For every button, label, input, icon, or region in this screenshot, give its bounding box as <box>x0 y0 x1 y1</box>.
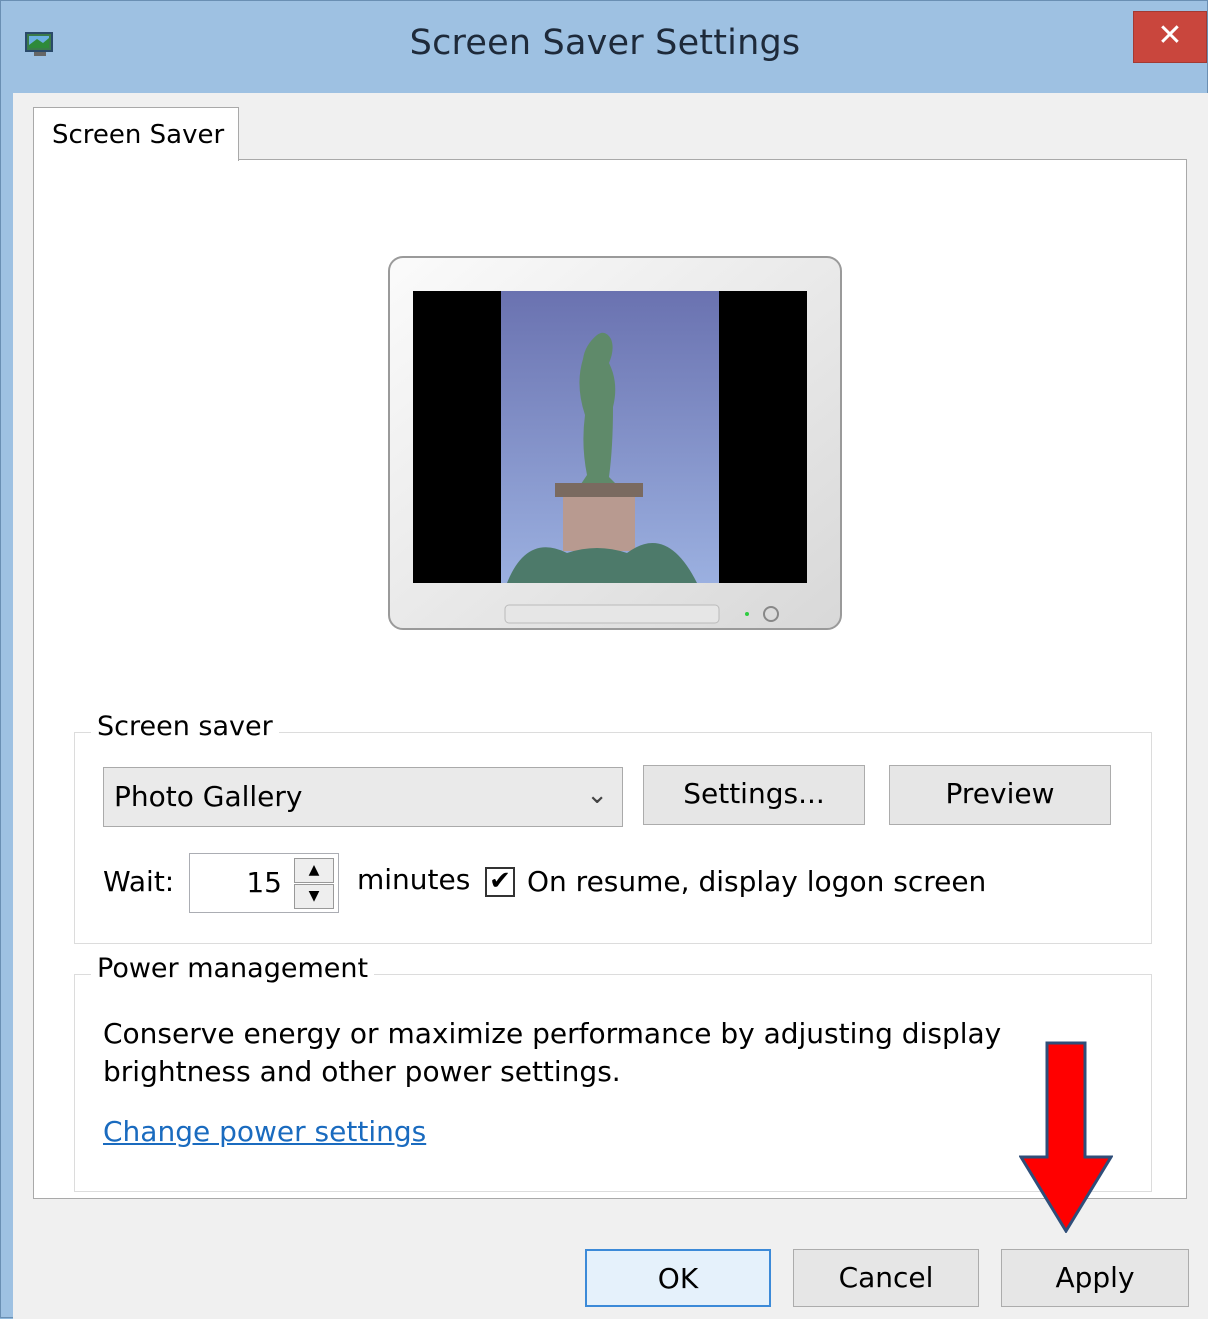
red-down-arrow-annotation <box>1019 1041 1113 1233</box>
window-title: Screen Saver Settings <box>409 23 801 63</box>
preview-button[interactable]: Preview <box>889 765 1111 825</box>
screen-saver-dropdown[interactable]: Photo Gallery ⌄ <box>103 767 623 827</box>
chevron-down-icon: ⌄ <box>586 780 608 810</box>
resume-logon-checkbox[interactable]: ✔ <box>485 867 515 897</box>
close-button[interactable]: ✕ <box>1133 11 1207 63</box>
resume-logon-label[interactable]: On resume, display logon screen <box>527 865 986 898</box>
screen-saver-settings-window: Screen Saver Settings ✕ Screen Saver Scr… <box>0 0 1208 1319</box>
wait-minutes-value: 15 <box>246 866 282 899</box>
wait-minutes-stepper[interactable]: 15 ▲ ▼ <box>189 853 339 913</box>
ok-button[interactable]: OK <box>585 1249 771 1307</box>
cancel-button[interactable]: Cancel <box>793 1249 979 1307</box>
tab-panel: Screen saver Photo Gallery ⌄ Settings...… <box>33 159 1187 1199</box>
power-management-group-label: Power management <box>91 953 375 984</box>
spin-up-icon[interactable]: ▲ <box>294 858 334 883</box>
minutes-label: minutes <box>357 863 471 896</box>
wait-label: Wait: <box>103 865 175 898</box>
monitor-preview <box>388 256 842 630</box>
power-management-description: Conserve energy or maximize performance … <box>103 1017 1002 1088</box>
tab-screen-saver[interactable]: Screen Saver <box>33 107 239 161</box>
screen-saver-selected-value: Photo Gallery <box>114 780 303 813</box>
apply-button[interactable]: Apply <box>1001 1249 1189 1307</box>
screen-saver-group-label: Screen saver <box>91 711 279 742</box>
title-bar: Screen Saver Settings ✕ <box>1 1 1208 93</box>
settings-button[interactable]: Settings... <box>643 765 865 825</box>
change-power-settings-link[interactable]: Change power settings <box>103 1115 426 1148</box>
power-management-group: Power management Conserve energy or maxi… <box>74 953 1152 1192</box>
screen-saver-group: Screen saver Photo Gallery ⌄ Settings...… <box>74 711 1152 944</box>
spin-down-icon[interactable]: ▼ <box>294 884 334 909</box>
